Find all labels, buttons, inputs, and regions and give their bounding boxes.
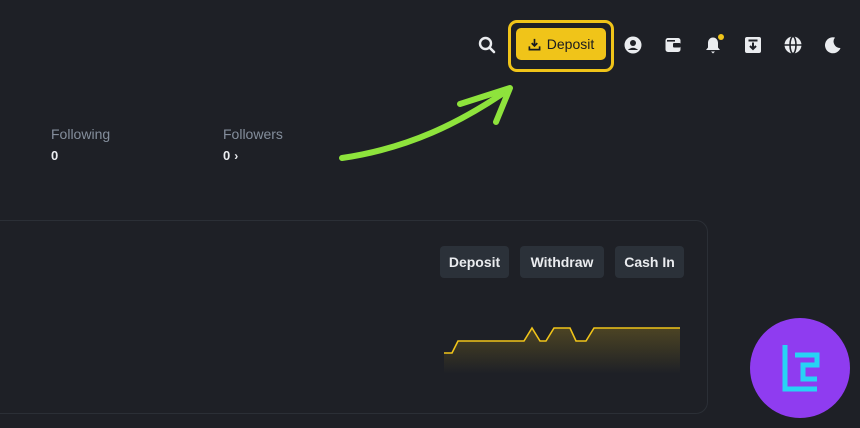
- bell-icon[interactable]: [701, 33, 725, 57]
- globe-icon[interactable]: [781, 33, 805, 57]
- cash-in-button[interactable]: Cash In: [615, 246, 684, 278]
- search-icon[interactable]: [475, 33, 499, 57]
- following-stat[interactable]: Following 0: [51, 126, 110, 163]
- download-icon: [528, 38, 541, 50]
- deposit-button[interactable]: Deposit: [440, 246, 509, 278]
- watermark-logo: [750, 318, 850, 418]
- header-deposit-button[interactable]: Deposit: [516, 28, 606, 60]
- balance-sparkline: [444, 326, 680, 374]
- wallet-icon[interactable]: [661, 33, 685, 57]
- tc-logo-icon: [782, 345, 820, 392]
- followers-count: 0: [223, 148, 231, 163]
- notification-dot: [718, 34, 724, 40]
- moon-icon[interactable]: [821, 33, 845, 57]
- followers-value-row: 0 ›: [223, 148, 283, 163]
- withdraw-button[interactable]: Withdraw: [520, 246, 604, 278]
- header-deposit-label: Deposit: [546, 36, 595, 52]
- download-icon[interactable]: [741, 33, 765, 57]
- following-label: Following: [51, 126, 111, 142]
- chevron-right-icon: ›: [234, 149, 239, 163]
- followers-label: Followers: [223, 126, 283, 142]
- following-count: 0: [51, 148, 59, 163]
- sparkline-area: [444, 328, 680, 374]
- top-header: Deposit: [0, 0, 860, 90]
- user-icon[interactable]: [621, 33, 645, 57]
- annotation-arrow: [339, 85, 513, 161]
- followers-stat[interactable]: Followers 0 ›: [223, 126, 283, 163]
